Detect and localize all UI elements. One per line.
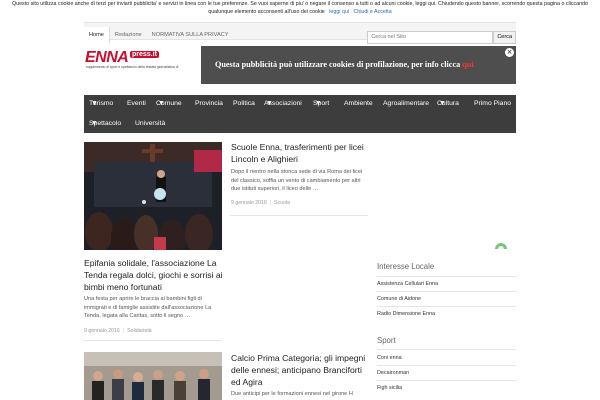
article-excerpt: Dopo il rientro nella storica sede di vi…: [231, 169, 363, 192]
article-date: 9 gennaio 2016: [84, 328, 120, 334]
meta-separator: |: [122, 328, 125, 334]
chevron-down-icon: ▼: [315, 100, 322, 107]
chevron-down-icon: ▼: [439, 100, 446, 107]
chevron-down-icon: ▼: [266, 100, 273, 107]
sidebar-link[interactable]: Coni enna: [377, 354, 516, 362]
widget-icon: [495, 243, 507, 249]
divider: [377, 291, 516, 292]
article-meta: 9 gennaio 2016 | Solidarietà: [84, 328, 152, 334]
tab-redazione[interactable]: Redazione: [110, 27, 147, 43]
article-title[interactable]: Epifania solidale, l'associazione La Ten…: [84, 257, 224, 293]
search-form: Cerca: [367, 25, 516, 44]
close-icon[interactable]: ×: [505, 48, 514, 57]
logo-badge: press.it: [130, 51, 159, 58]
divider: [230, 215, 368, 216]
article-excerpt: Due anticipi per le formazioni ennesi ne…: [231, 391, 353, 397]
divider: [377, 276, 516, 277]
divider: [377, 306, 516, 307]
article-thumbnail-stage[interactable]: [84, 142, 222, 250]
article-title[interactable]: Scuole Enna, trasferimenti per licei Lin…: [231, 141, 371, 165]
sidebar-link[interactable]: Assistenza Cellulari Enna: [377, 280, 516, 288]
chevron-down-icon: ▼: [158, 100, 165, 107]
article-excerpt: Una festa per aprire le braccia ai bambi…: [84, 296, 212, 319]
article-title[interactable]: Calcio Prima Categoria; gli impegni dell…: [231, 352, 371, 388]
main-nav: Turismo ▼ Eventi Comune ▼ Provincia Politi…: [84, 95, 516, 133]
sidebar-link[interactable]: Comune di Aidone: [377, 295, 516, 303]
cookie-banner: Questo sito utilizza cookie anche di ter…: [0, 0, 600, 18]
cookie-accept-link[interactable]: Chiudi e Accetta: [353, 9, 391, 15]
divider: [84, 340, 222, 341]
sidebar-link[interactable]: Radio Dimensione Enna: [377, 310, 516, 318]
article-meta: 9 gennaio 2016 | Scuola: [231, 200, 290, 206]
article-category[interactable]: Solidarietà: [127, 328, 152, 334]
article-date: 9 gennaio 2016: [231, 200, 267, 206]
article-category[interactable]: Scuola: [274, 200, 290, 206]
sidebar-heading-sport: Sport: [377, 336, 396, 345]
ad-text: Questa pubblicità può utilizzare cookies…: [215, 60, 461, 69]
search-input[interactable]: [367, 30, 494, 44]
divider: [377, 349, 516, 350]
cookie-text-line1: Questo sito utilizza cookie anche di ter…: [12, 1, 588, 7]
chevron-down-icon: ▼: [91, 120, 98, 127]
meta-separator: |: [269, 200, 272, 206]
sidebar-link[interactable]: Decaironman: [377, 369, 516, 377]
divider: [377, 380, 516, 381]
cookie-read-more-link[interactable]: leggi qui: [329, 9, 349, 15]
cookie-text-line2: qualunque elemento acconsenti all'uso de…: [208, 9, 325, 16]
logo-tagline: supplemento di sport e spettacolo della …: [86, 65, 179, 69]
divider: [377, 365, 516, 366]
tab-privacy[interactable]: NORMATIVA SULLA PRIVACY: [147, 27, 234, 43]
ad-banner[interactable]: Questa pubblicità può utilizzare cookies…: [201, 46, 516, 84]
article-thumbnail-team[interactable]: [84, 352, 222, 400]
ad-link[interactable]: qui: [462, 60, 473, 69]
sidebar-link[interactable]: Figh sicilia: [377, 384, 516, 392]
top-nav: Home Redazione NORMATIVA SULLA PRIVACY Cer…: [84, 22, 516, 44]
sidebar-heading-interesse-locale: Interesse Locale: [377, 262, 435, 271]
search-button[interactable]: Cerca: [493, 30, 516, 44]
chevron-down-icon: ▼: [91, 100, 98, 107]
tab-home[interactable]: Home: [84, 27, 110, 43]
site-logo[interactable]: ENNA press.it supplemento di sport e spe…: [85, 48, 189, 72]
